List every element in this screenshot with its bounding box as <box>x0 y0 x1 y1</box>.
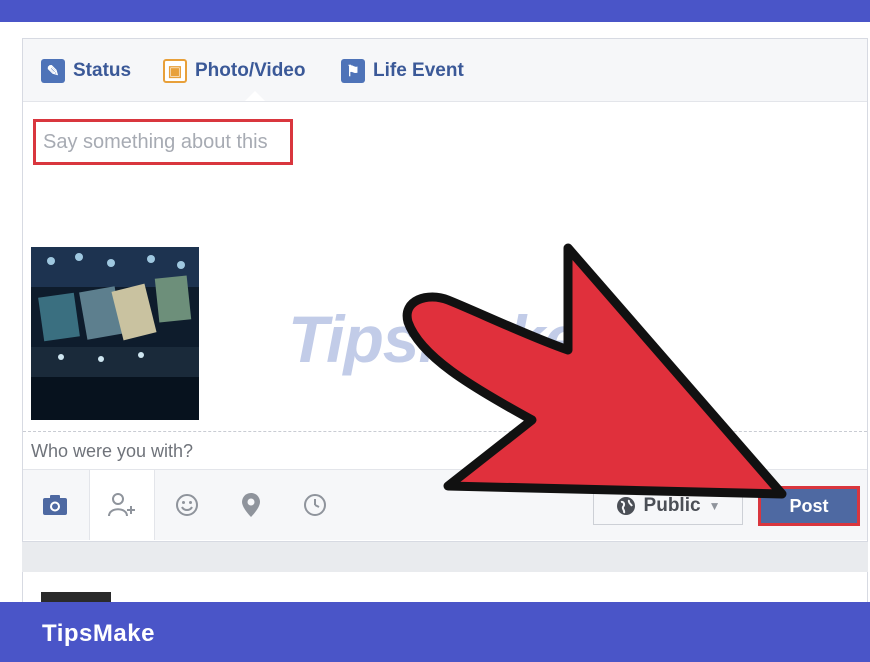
schedule-button[interactable] <box>283 470 347 540</box>
divider <box>23 431 867 432</box>
watermark-suffix: .com <box>583 354 616 370</box>
tab-status-label: Status <box>73 60 132 81</box>
emoji-icon <box>176 494 198 516</box>
clock-icon <box>304 494 326 516</box>
audience-selector[interactable]: Public ▼ <box>593 487 743 525</box>
footer-brand-label: TipsMake <box>42 620 155 647</box>
tab-life-event[interactable]: ⚑ Life Event <box>341 57 464 85</box>
tab-photo-video[interactable]: ▣ Photo/Video <box>163 57 305 85</box>
watermark: TipsMake <box>288 302 581 376</box>
globe-icon <box>616 497 635 515</box>
pencil-icon: ✎ <box>41 59 65 83</box>
who-were-you-with-prompt[interactable]: Who were you with? <box>31 441 193 462</box>
tab-photo-video-label: Photo/Video <box>195 60 306 81</box>
next-feed-card <box>22 572 868 604</box>
chevron-down-icon: ▼ <box>708 499 721 513</box>
top-brand-bar <box>0 0 870 22</box>
tag-friends-icon <box>108 493 135 517</box>
audience-label: Public <box>643 495 701 516</box>
composer-tabs: ✎ Status ▣ Photo/Video ⚑ Life Event <box>23 39 867 102</box>
status-input[interactable]: Say something about this <box>33 119 293 165</box>
tag-friends-button[interactable] <box>89 470 155 540</box>
flag-icon: ⚑ <box>341 59 365 83</box>
feeling-button[interactable] <box>155 470 219 540</box>
camera-icon <box>43 495 67 515</box>
tab-status[interactable]: ✎ Status <box>41 57 131 85</box>
attached-photo-thumbnail[interactable] <box>31 247 199 420</box>
status-input-placeholder: Say something about this <box>43 130 268 153</box>
composer-panel: ✎ Status ▣ Photo/Video ⚑ Life Event Say … <box>22 38 868 542</box>
add-photo-button[interactable] <box>23 470 87 540</box>
tab-life-event-label: Life Event <box>373 60 464 81</box>
check-in-button[interactable] <box>219 470 283 540</box>
composer-action-bar: Public ▼ Post <box>23 469 867 540</box>
post-button[interactable]: Post <box>758 486 860 526</box>
footer-brand-bar: TipsMake <box>0 602 870 662</box>
active-tab-caret <box>245 91 265 101</box>
location-icon <box>242 493 260 517</box>
feed-separator <box>22 542 868 572</box>
photo-icon: ▣ <box>163 59 187 83</box>
guitar-pedals-photo <box>31 247 199 420</box>
